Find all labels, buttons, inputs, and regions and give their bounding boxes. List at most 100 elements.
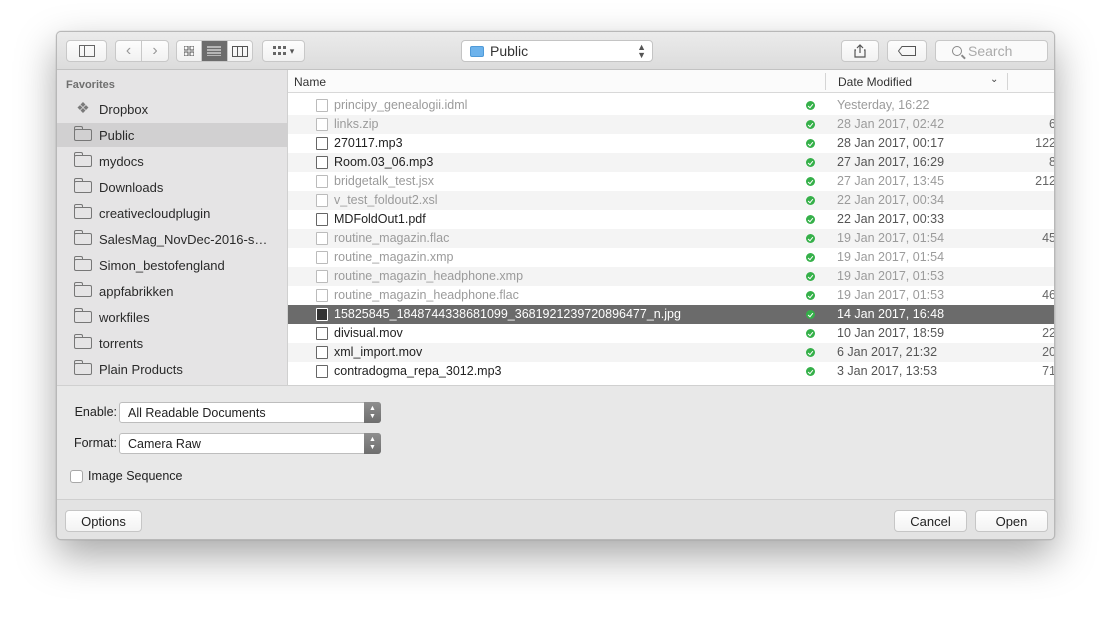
sidebar-item-salesmag-novdec-2016-s[interactable]: SalesMag_NovDec-2016-s… (57, 227, 287, 251)
sidebar-item-workfiles[interactable]: workfiles (57, 305, 287, 329)
arrange-grid-icon (272, 46, 286, 55)
sidebar-heading: Favorites (66, 79, 115, 91)
file-row[interactable]: xml_import.mov 6 Jan 2017, 21:32 20 (288, 343, 1055, 362)
sync-check-icon (806, 234, 815, 243)
bottom-bar: Options Cancel Open (57, 499, 1054, 539)
file-icon (316, 99, 328, 112)
file-row[interactable]: 270117.mp3 28 Jan 2017, 00:17 122 (288, 134, 1055, 153)
file-icon (316, 118, 328, 131)
location-label: Public (490, 43, 529, 59)
file-name: xml_import.mov (334, 345, 423, 359)
sync-check-icon (806, 120, 815, 129)
sidebar-item-label: creativecloudplugin (99, 205, 211, 221)
image-sequence-label[interactable]: Image Sequence (88, 469, 183, 483)
file-size: 71 (1042, 364, 1055, 378)
file-row[interactable]: routine_magazin_headphone.flac 19 Jan 201… (288, 286, 1054, 305)
column-header-date-modified[interactable]: Date Modified (838, 75, 912, 89)
file-size: 6 (1012, 117, 1054, 131)
file-icon (316, 270, 328, 283)
sync-check-icon (806, 310, 815, 319)
file-icon (316, 232, 328, 245)
file-date: 22 Jan 2017, 00:33 (837, 212, 945, 226)
popup-arrows-icon: ▲ ▼ (637, 42, 646, 60)
sidebar-item-label: Dropbox (99, 101, 149, 117)
file-row[interactable]: links.zip 28 Jan 2017, 02:42 6 (288, 115, 1054, 134)
sidebar-icon (78, 45, 95, 57)
sync-check-icon (806, 272, 815, 281)
folder-icon (470, 45, 484, 57)
image-sequence-checkbox[interactable] (70, 470, 83, 483)
file-row[interactable]: routine_magazin.flac 19 Jan 2017, 01:54 45 (288, 229, 1054, 248)
file-name: links.zip (334, 117, 379, 131)
file-name: MDFoldOut1.pdf (334, 212, 426, 226)
search-placeholder: Search (968, 43, 1013, 59)
dropbox-icon: ❖ (76, 100, 90, 117)
folder-icon (74, 126, 92, 141)
cancel-button[interactable]: Cancel (894, 510, 967, 532)
sidebar-item-simon-bestofengland[interactable]: Simon_bestofengland (57, 253, 287, 277)
sidebar-item-appfabrikken[interactable]: appfabrikken (57, 279, 287, 303)
sidebar-item-label: SalesMag_NovDec-2016-s… (99, 231, 268, 247)
file-row[interactable]: MDFoldOut1.pdf 22 Jan 2017, 00:33 (288, 210, 1054, 229)
file-date: Yesterday, 16:22 (837, 98, 930, 112)
file-row[interactable]: v_test_foldout2.xsl 22 Jan 2017, 00:34 (288, 191, 1054, 210)
open-button[interactable]: Open (975, 510, 1048, 532)
file-icon (316, 213, 328, 226)
sidebar-item-downloads[interactable]: Downloads (57, 175, 287, 199)
search-input[interactable]: Search (935, 40, 1048, 62)
file-size: 20 (1042, 345, 1055, 359)
columns-icon (231, 45, 248, 57)
file-name: routine_magazin_headphone.xmp (334, 269, 524, 283)
format-label: Format: (73, 436, 117, 450)
file-date: 28 Jan 2017, 00:17 (837, 136, 945, 150)
file-name: routine_magazin.xmp (334, 250, 454, 264)
file-size: 122 (1035, 136, 1055, 150)
file-row[interactable]: 15825845_1848744338681099_36819212397208… (288, 305, 1054, 324)
file-size: 8 (1012, 155, 1054, 169)
file-row[interactable]: divisual.mov 10 Jan 2017, 18:59 22 (288, 324, 1054, 343)
sidebar-item-mydocs[interactable]: mydocs (57, 149, 287, 173)
file-row[interactable]: bridgetalk_test.jsx 27 Jan 2017, 13:45 212 (288, 172, 1054, 191)
column-header-name[interactable]: Name (294, 75, 326, 89)
forward-button[interactable]: › (142, 41, 168, 61)
options-button[interactable]: Options (65, 510, 142, 532)
sidebar-item-label: Public (99, 127, 135, 143)
icon-view-button[interactable] (177, 41, 203, 61)
file-icon (316, 251, 328, 264)
sync-check-icon (806, 329, 815, 338)
file-date: 19 Jan 2017, 01:53 (837, 269, 945, 283)
sidebar-item-public[interactable]: Public (57, 123, 287, 147)
share-button[interactable] (841, 40, 879, 62)
sidebar-item-label: mydocs (99, 153, 144, 169)
list-view-button[interactable] (202, 41, 228, 61)
sidebar-item-torrents[interactable]: torrents (57, 331, 287, 355)
enable-select[interactable]: All Readable Documents ▲ ▼ (119, 402, 381, 423)
file-row[interactable]: routine_magazin.xmp 19 Jan 2017, 01:54 (288, 248, 1054, 267)
file-row[interactable]: principy_genealogii.idml Yesterday, 16:22 (288, 96, 1054, 115)
sidebar-item-plain-products[interactable]: Plain Products (57, 357, 287, 381)
sidebar-item-dropbox[interactable]: ❖ Dropbox (57, 97, 287, 121)
sidebar-item-label: workfiles (99, 309, 150, 325)
chevron-down-icon: ▾ (289, 45, 295, 56)
sync-check-icon (806, 215, 815, 224)
file-row[interactable]: Room.03_06.mp3 27 Jan 2017, 16:29 8 (288, 153, 1054, 172)
file-name: Room.03_06.mp3 (334, 155, 434, 169)
sidebar: Favorites ❖ Dropbox Public mydocs Downloads c… (57, 70, 288, 385)
format-select[interactable]: Camera Raw ▲ ▼ (119, 433, 381, 454)
folder-icon (74, 308, 92, 323)
location-popup[interactable]: Public ▲ ▼ (461, 40, 653, 62)
chevron-right-icon: › (152, 42, 158, 59)
file-list-header: Name Date Modified ⌄ (288, 70, 1054, 93)
back-button[interactable]: ‹ (116, 41, 142, 61)
file-row[interactable]: routine_magazin_headphone.xmp 19 Jan 2017… (288, 267, 1054, 286)
file-date: 22 Jan 2017, 00:34 (837, 193, 945, 207)
sidebar-toggle-button[interactable] (66, 40, 107, 62)
tag-button[interactable] (887, 40, 927, 62)
sidebar-item-creativecloudplugin[interactable]: creativecloudplugin (57, 201, 287, 225)
column-view-button[interactable] (228, 41, 252, 61)
enable-label: Enable: (74, 405, 117, 419)
file-row[interactable]: contradogma_repa_3012.mp3 3 Jan 2017, 13:… (288, 362, 1055, 381)
chevron-left-icon: ‹ (125, 42, 132, 59)
sort-chevron-down-icon[interactable]: ⌄ (990, 74, 998, 85)
arrange-button[interactable]: ▾ (262, 40, 305, 62)
